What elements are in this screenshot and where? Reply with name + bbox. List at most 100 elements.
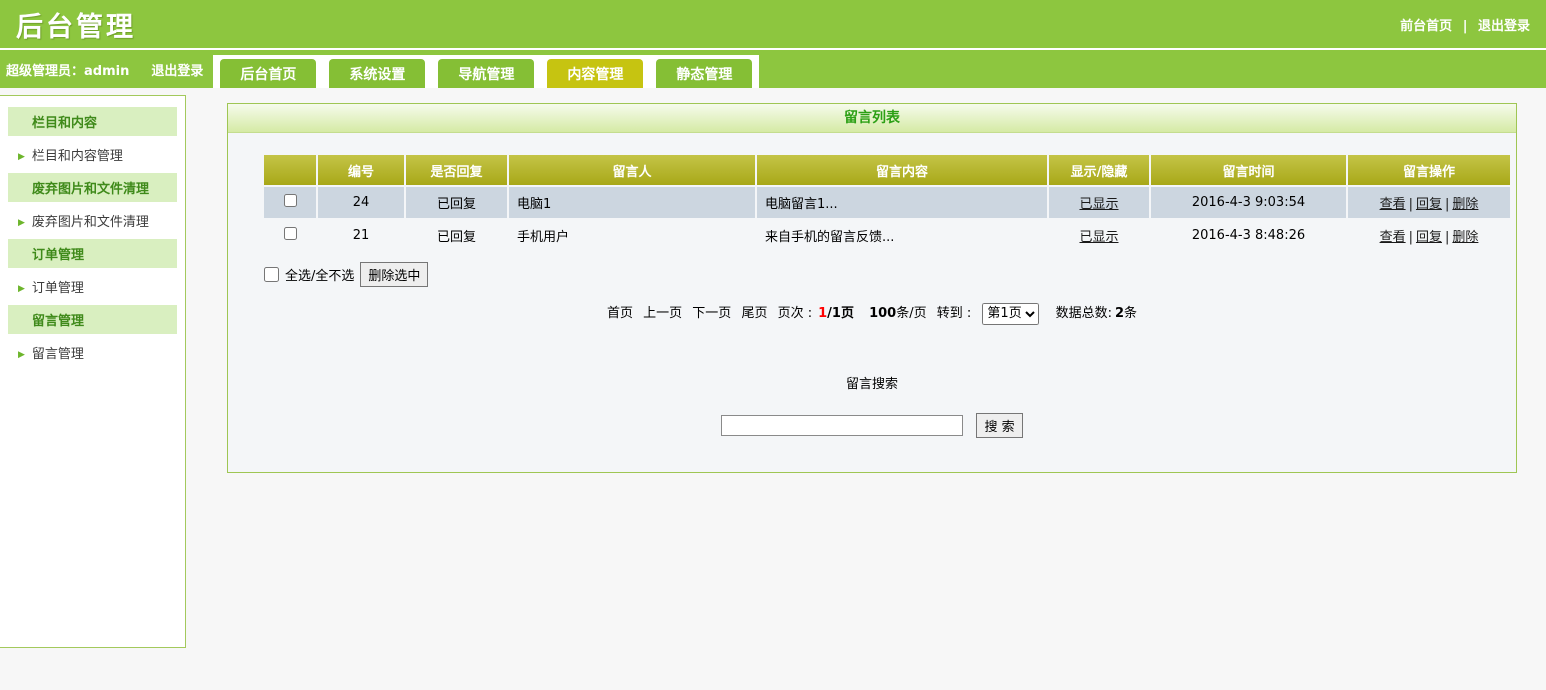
arrow-icon: ▶ [18, 284, 25, 294]
cell-author: 手机用户 [517, 230, 570, 245]
cell-actions: 查看 | 回复 | 删除 [1348, 220, 1510, 251]
sidebar-item-columns-manage[interactable]: ▶ 栏目和内容管理 [0, 136, 185, 166]
cell-visibility: 已显示 [1049, 187, 1149, 218]
tab-content[interactable]: 内容管理 [547, 59, 644, 88]
col-header-author: 留言人 [509, 155, 755, 185]
tab-system-settings[interactable]: 系统设置 [329, 59, 426, 88]
per-page-suffix: 条/页 [896, 306, 927, 321]
search-input[interactable] [721, 414, 964, 436]
col-header-time: 留言时间 [1151, 155, 1346, 185]
total-count: 2 [1114, 306, 1124, 321]
first-page-link[interactable]: 首页 [607, 306, 633, 321]
arrow-icon: ▶ [18, 152, 25, 162]
account-area: 超级管理员：admin 退出登录 [0, 50, 213, 88]
total-label: 数据总数: [1055, 306, 1112, 321]
search-section-title: 留言搜索 [845, 376, 898, 392]
cell-time: 2016-4-3 8:48:26 [1191, 228, 1306, 243]
delete-link[interactable]: 删除 [1452, 197, 1478, 212]
action-separator: | [1408, 230, 1413, 245]
cell-content: 来自手机的留言反馈... [765, 230, 895, 245]
search-button[interactable]: 搜 索 [976, 412, 1023, 438]
cell-replied: 已回复 [406, 187, 507, 218]
arrow-icon: ▶ [18, 350, 25, 360]
sidebar-section-cleanup: 废弃图片和文件清理 [8, 173, 177, 202]
table-row: 24 已回复 电脑1 电脑留言1... 已显示 2016-4-3 9:03:54… [264, 187, 1510, 218]
cell-content: 电脑留言1... [757, 187, 1047, 218]
reply-link[interactable]: 回复 [1416, 197, 1442, 212]
sidebar-item-messages[interactable]: ▶ 留言管理 [0, 334, 185, 364]
delete-link[interactable]: 删除 [1452, 230, 1478, 245]
row-checkbox[interactable] [283, 227, 297, 240]
logout-link-nav[interactable]: 退出登录 [151, 60, 203, 79]
sidebar-section-columns: 栏目和内容 [8, 107, 177, 136]
table-header-row: 编号 是否回复 留言人 留言内容 显示/隐藏 留言时间 留言操作 [264, 155, 1510, 185]
top-links: 前台首页 | 退出登录 [1400, 15, 1530, 34]
last-page-link[interactable]: 尾页 [741, 306, 767, 321]
sidebar-item-label: 栏目和内容管理 [31, 149, 123, 164]
select-all-checkbox[interactable] [264, 267, 279, 282]
cell-visibility: 已显示 [1049, 220, 1149, 251]
sidebar-section-messages: 留言管理 [8, 305, 177, 334]
row-checkbox[interactable] [283, 194, 297, 207]
link-separator: | [1462, 18, 1468, 34]
col-header-checkbox [264, 155, 316, 185]
sidebar: 栏目和内容 ▶ 栏目和内容管理 废弃图片和文件清理 ▶ 废弃图片和文件清理 订单管理… [0, 95, 186, 648]
delete-selected-button[interactable]: 删除选中 [360, 262, 429, 287]
logout-link-top[interactable]: 退出登录 [1478, 19, 1530, 34]
action-separator: | [1445, 230, 1450, 245]
page-label: 页次 : [777, 306, 813, 321]
select-all-label: 全选/全不选 [285, 269, 355, 284]
col-header-id: 编号 [318, 155, 404, 185]
cell-id: 21 [352, 228, 370, 243]
cell-actions: 查看 | 回复 | 删除 [1348, 187, 1510, 218]
view-link[interactable]: 查看 [1380, 230, 1406, 245]
visibility-toggle-link[interactable]: 已显示 [1079, 230, 1118, 245]
action-separator: | [1408, 197, 1413, 212]
bulk-actions: 全选/全不选 删除选中 [264, 262, 1516, 287]
total-pages: /1页 [827, 306, 854, 321]
site-title: 后台管理 [16, 11, 136, 43]
message-list-panel: 留言列表 编号 是否回复 留言人 留言内容 显示/隐藏 留言时间 留言操作 24… [227, 103, 1517, 473]
top-header: 后台管理 前台首页 | 退出登录 [0, 0, 1546, 48]
sidebar-item-label: 废弃图片和文件清理 [31, 215, 149, 230]
panel-title: 留言列表 [228, 104, 1516, 133]
tab-strip: 后台首页 系统设置 导航管理 内容管理 静态管理 [213, 55, 760, 88]
admin-page: 后台管理 前台首页 | 退出登录 超级管理员：admin 退出登录 后台首页 系… [0, 0, 1546, 690]
cell-id: 24 [318, 187, 404, 218]
total-suffix: 条 [1124, 306, 1138, 321]
view-link[interactable]: 查看 [1380, 197, 1406, 212]
tab-admin-home[interactable]: 后台首页 [220, 59, 317, 88]
col-header-content: 留言内容 [757, 155, 1047, 185]
cell-replied: 已回复 [436, 230, 476, 245]
tab-static[interactable]: 静态管理 [656, 59, 753, 88]
account-info: 超级管理员：admin [6, 63, 130, 79]
per-page-count: 100 [869, 306, 897, 321]
reply-link[interactable]: 回复 [1416, 230, 1442, 245]
sidebar-item-cleanup[interactable]: ▶ 废弃图片和文件清理 [0, 202, 185, 232]
next-page-link[interactable]: 下一页 [692, 306, 731, 321]
action-separator: | [1445, 197, 1450, 212]
pagination: 首页 上一页 下一页 尾页 页次 : 1/1页 100条/页 转到 : 第1页 数… [228, 302, 1516, 325]
cell-author: 电脑1 [509, 187, 755, 218]
current-page: 1 [818, 306, 828, 321]
search-row: 搜 索 [228, 412, 1516, 438]
page-body: 栏目和内容 ▶ 栏目和内容管理 废弃图片和文件清理 ▶ 废弃图片和文件清理 订单管理… [0, 88, 1546, 690]
goto-label: 转到 : [936, 306, 972, 321]
sidebar-item-label: 留言管理 [31, 347, 84, 362]
frontend-home-link[interactable]: 前台首页 [1400, 19, 1452, 34]
col-header-visibility: 显示/隐藏 [1049, 155, 1149, 185]
arrow-icon: ▶ [18, 218, 25, 228]
goto-page-select[interactable]: 第1页 [982, 302, 1040, 325]
sidebar-item-label: 订单管理 [31, 281, 84, 296]
tab-navigation[interactable]: 导航管理 [438, 59, 535, 88]
sidebar-item-orders[interactable]: ▶ 订单管理 [0, 268, 185, 298]
col-header-replied: 是否回复 [406, 155, 507, 185]
nav-bar: 超级管理员：admin 退出登录 后台首页 系统设置 导航管理 内容管理 静态管… [0, 48, 1546, 88]
visibility-toggle-link[interactable]: 已显示 [1079, 197, 1118, 212]
sidebar-section-orders: 订单管理 [8, 239, 177, 268]
table-row: 21 已回复 手机用户 来自手机的留言反馈... 已显示 2016-4-3 8:… [264, 220, 1510, 251]
cell-time: 2016-4-3 9:03:54 [1151, 187, 1346, 218]
prev-page-link[interactable]: 上一页 [643, 306, 682, 321]
message-table: 编号 是否回复 留言人 留言内容 显示/隐藏 留言时间 留言操作 24 已回复 [262, 153, 1512, 253]
col-header-actions: 留言操作 [1348, 155, 1510, 185]
